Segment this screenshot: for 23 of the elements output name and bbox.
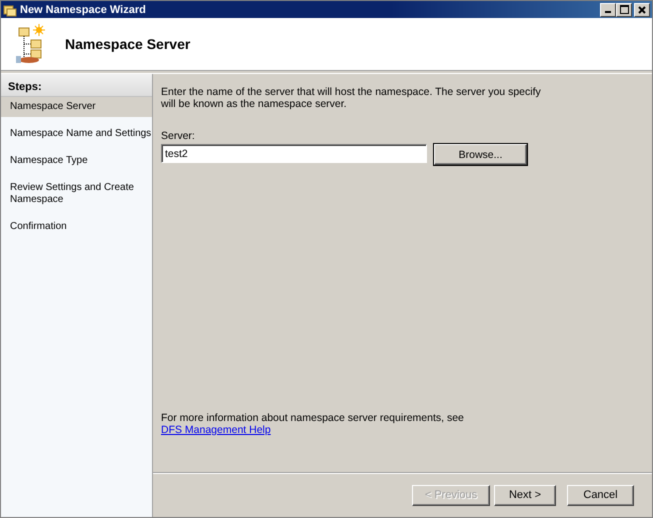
- browse-button[interactable]: Browse...: [434, 144, 527, 165]
- window-title: New Namespace Wizard: [20, 4, 147, 16]
- close-button[interactable]: [634, 2, 650, 16]
- help-text: For more information about namespace server requirements, see DFS Management Help: [161, 412, 465, 436]
- page-title: Namespace Server: [65, 36, 190, 52]
- help-link[interactable]: DFS Management Help: [161, 424, 271, 436]
- server-label: Server:: [161, 130, 196, 142]
- maximize-button[interactable]: [616, 2, 632, 16]
- step-item: Confirmation: [9, 220, 68, 234]
- next-button[interactable]: Next >: [494, 484, 556, 506]
- maximize-icon: [620, 5, 628, 14]
- minimize-icon: [605, 11, 611, 13]
- step-item: Review Settings and Create Namespace: [9, 181, 135, 207]
- minimize-button[interactable]: [600, 2, 616, 16]
- steps-heading: Steps:: [1, 74, 152, 97]
- step-item: Namespace Server: [1, 97, 152, 117]
- step-item: Namespace Type: [9, 154, 89, 168]
- close-icon: [638, 6, 646, 14]
- instruction-text: Enter the name of the server that will host the namespace. The server you specify will be known as the namespace server.: [161, 86, 541, 110]
- cancel-button[interactable]: Cancel: [567, 484, 634, 506]
- server-field[interactable]: test2: [161, 144, 427, 163]
- app-icon: [3, 2, 17, 16]
- step-item: Namespace Name and Settings: [9, 127, 152, 141]
